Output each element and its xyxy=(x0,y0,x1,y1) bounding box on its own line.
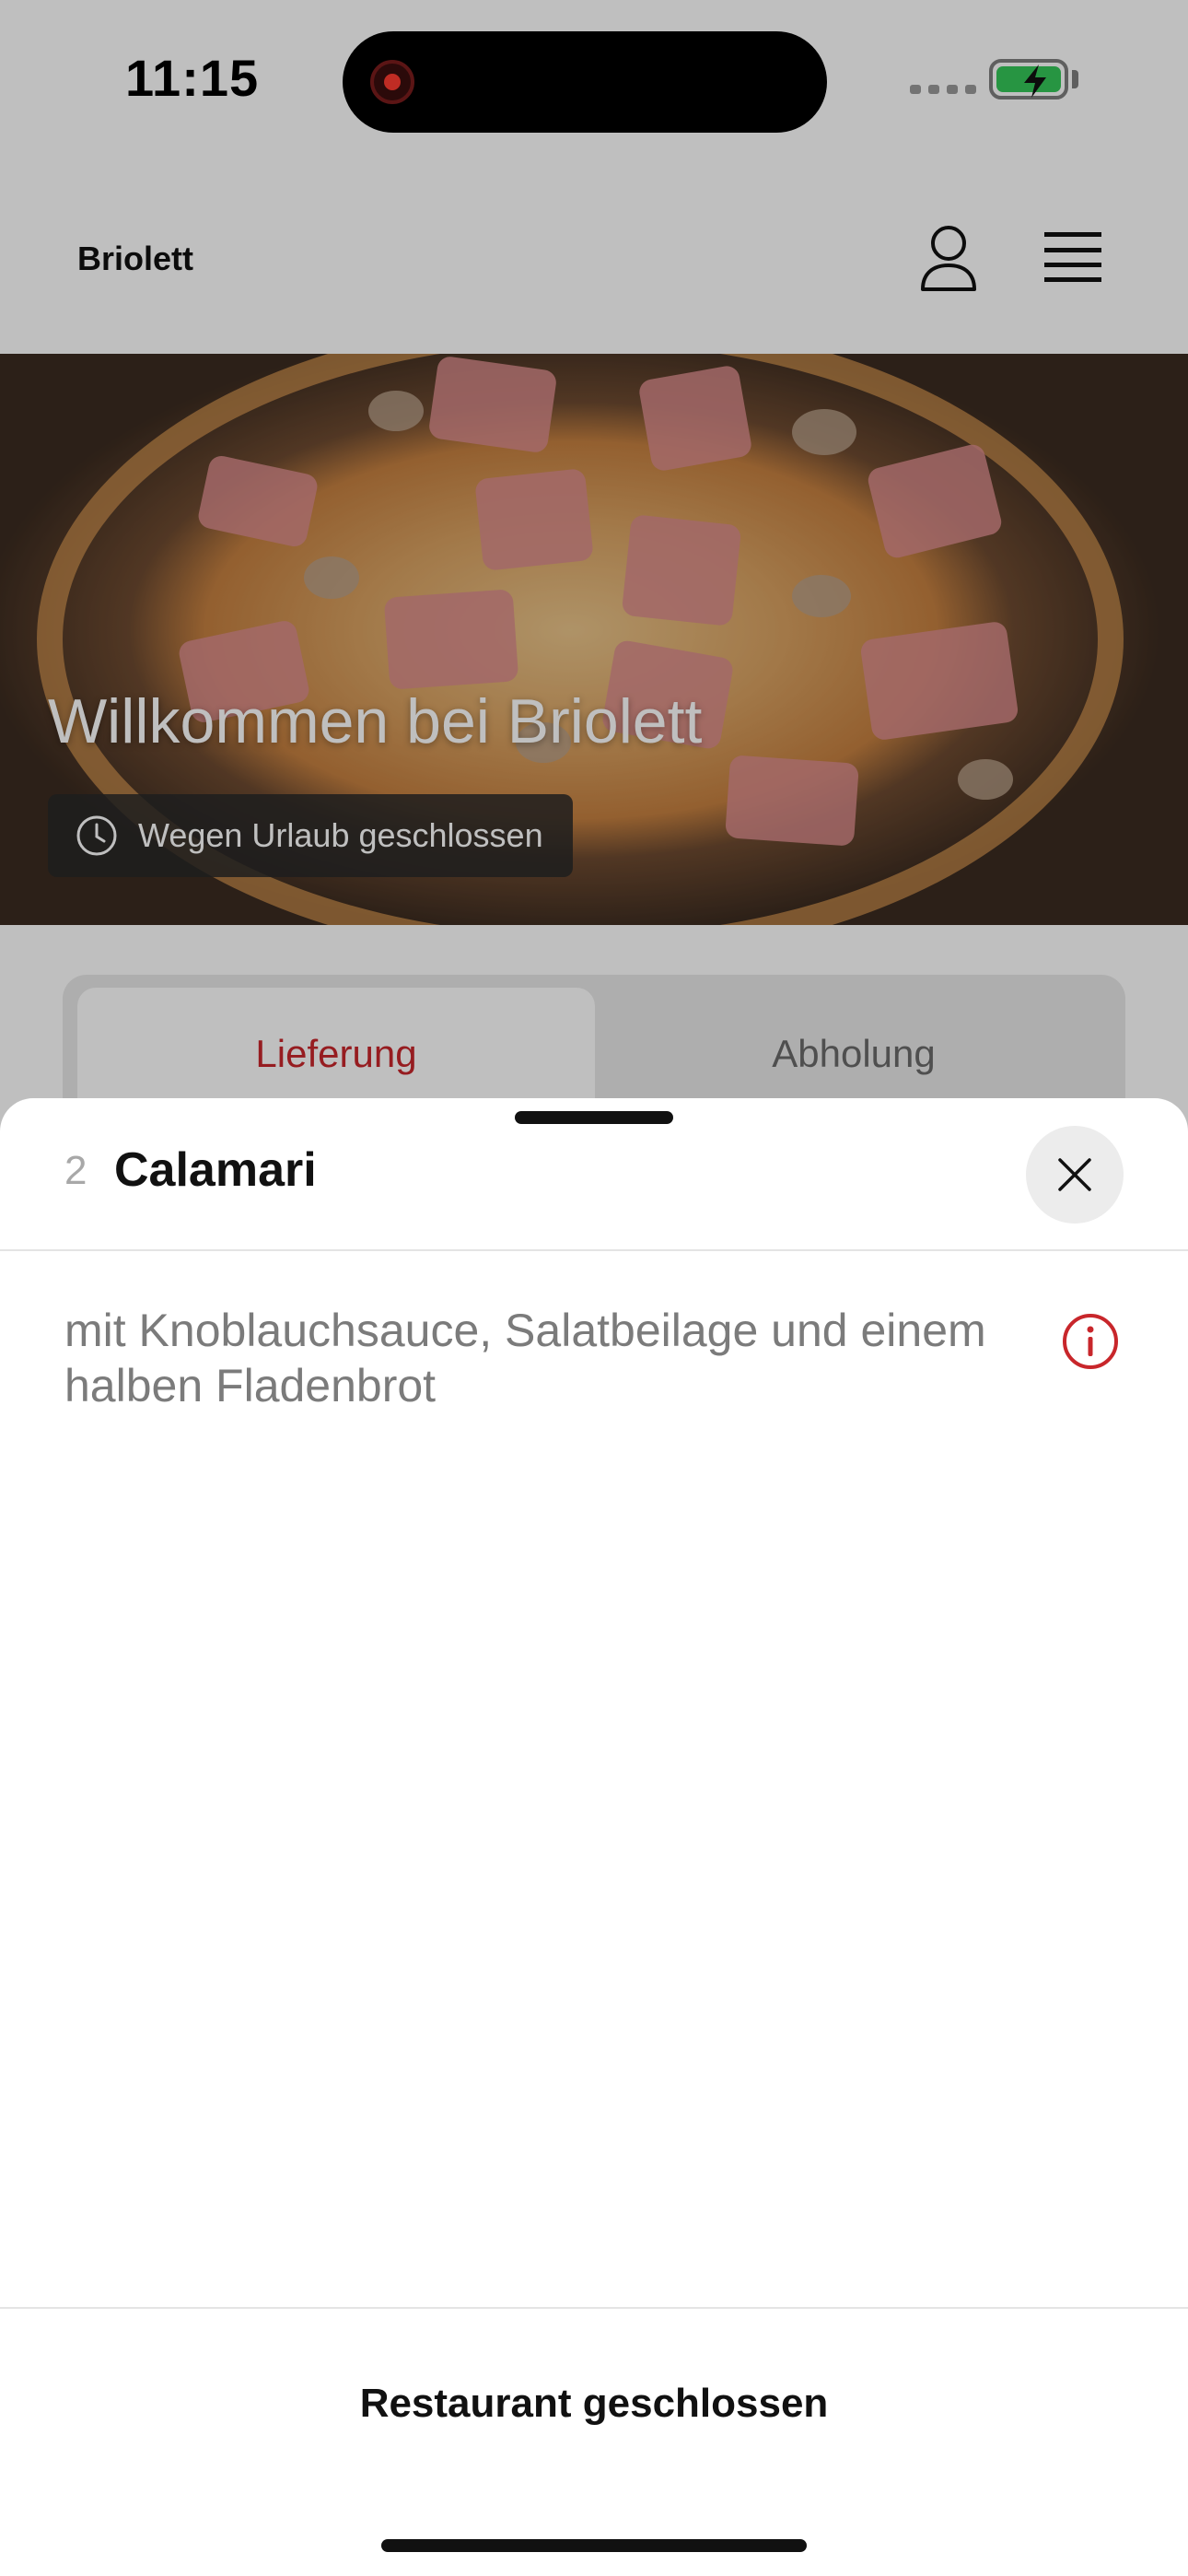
item-number: 2 xyxy=(64,1148,87,1193)
divider xyxy=(0,2307,1188,2309)
restaurant-closed-label: Restaurant geschlossen xyxy=(359,2381,829,2426)
item-description: mit Knoblauchsauce, Salatbeilage und ein… xyxy=(64,1305,986,1411)
sheet-grabber[interactable] xyxy=(515,1111,673,1124)
info-icon[interactable] xyxy=(1061,1312,1120,1371)
item-title: Calamari xyxy=(114,1143,317,1197)
modal-backdrop[interactable] xyxy=(0,0,1188,1142)
close-button[interactable] xyxy=(1026,1126,1124,1224)
background-page: 11:15 Briolett Willkommen bei Briolett W… xyxy=(0,0,1188,1150)
close-icon xyxy=(1058,1158,1091,1191)
home-indicator[interactable] xyxy=(381,2539,807,2552)
divider xyxy=(0,1249,1188,1251)
item-detail-sheet: 2 Calamari mit Knoblauchsauce, Salatbeil… xyxy=(0,1098,1188,2576)
